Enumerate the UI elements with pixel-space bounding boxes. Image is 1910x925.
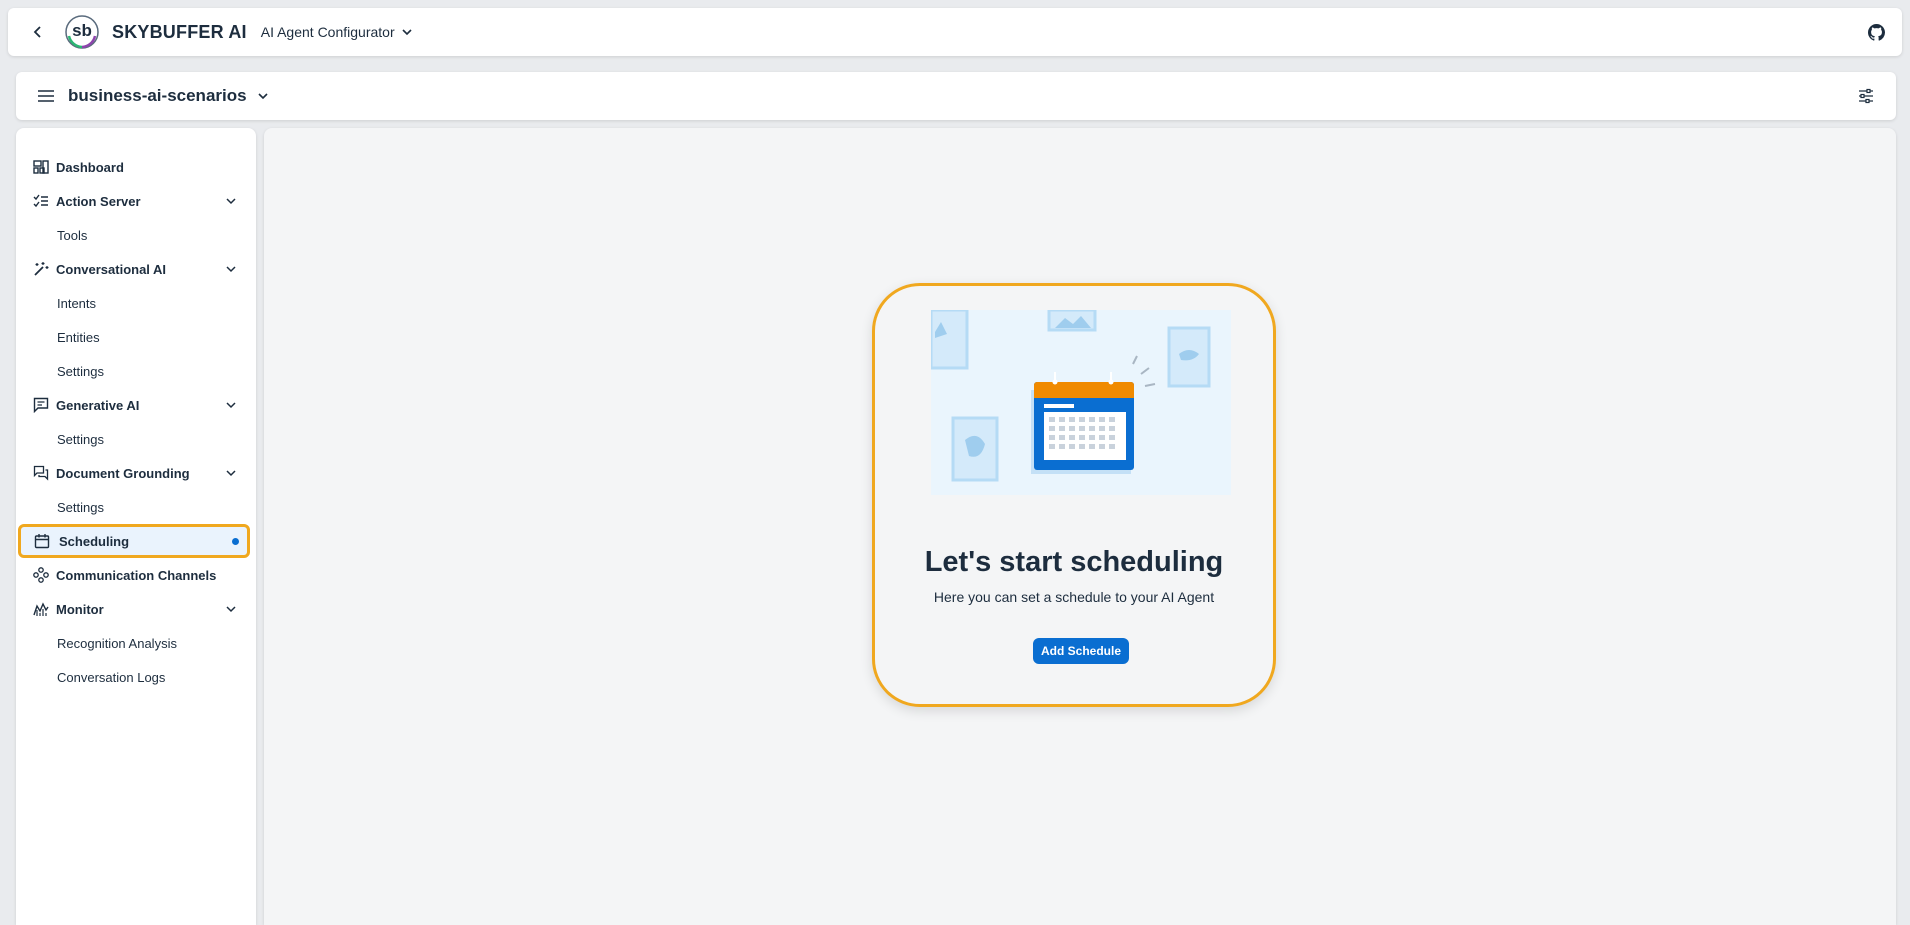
calendar-illustration [931, 310, 1231, 495]
chevron-down-icon[interactable] [226, 196, 236, 206]
sidebar-item-label: Conversational AI [56, 261, 167, 277]
sidebar-item-generative-settings[interactable]: Settings [16, 422, 256, 456]
network-icon [33, 567, 49, 583]
logo-text: sb [72, 21, 92, 40]
sidebar-item-document-grounding[interactable]: Document Grounding [16, 456, 256, 490]
sliders-icon [1859, 88, 1873, 104]
chevron-down-icon [402, 29, 412, 36]
sidebar-item-label: Document Grounding [56, 465, 190, 481]
sidebar-item-label: Action Server [56, 193, 141, 209]
sidebar-item-conversational-settings[interactable]: Settings [16, 354, 256, 388]
sidebar-item-tools[interactable]: Tools [16, 218, 256, 252]
sidebar-item-conversation-logs[interactable]: Conversation Logs [16, 660, 256, 694]
product-switcher[interactable]: AI Agent Configurator [261, 24, 413, 40]
sidebar-item-label: Entities [57, 329, 100, 345]
sidebar-item-label: Intents [57, 295, 97, 311]
sidebar-item-label: Communication Channels [56, 567, 217, 583]
side-navigation: Dashboard Action Server Tools Conversati… [16, 128, 256, 925]
checklist-icon [33, 194, 48, 208]
sidebar-item-label: Settings [57, 363, 104, 379]
sidebar-item-label: Generative AI [56, 397, 140, 413]
chevron-down-icon[interactable] [226, 604, 236, 614]
shell-bar: sb SKYBUFFER AI AI Agent Configurator [8, 8, 1902, 56]
view-settings-button[interactable] [1854, 84, 1878, 108]
workspace-header: business-ai-scenarios [16, 72, 1896, 120]
workspace-selector[interactable]: business-ai-scenarios [68, 86, 269, 106]
sidebar-item-label: Settings [57, 431, 104, 447]
discussion-icon [33, 465, 49, 481]
sidebar-item-dashboard[interactable]: Dashboard [16, 150, 256, 184]
github-icon [1867, 23, 1885, 41]
workspace-name: business-ai-scenarios [68, 86, 247, 105]
github-button[interactable] [1864, 20, 1888, 44]
chevron-down-icon[interactable] [226, 468, 236, 478]
sidebar-item-label: Recognition Analysis [57, 635, 177, 651]
calendar-icon [34, 534, 50, 549]
chevron-down-icon [258, 93, 268, 100]
sidebar-item-intents[interactable]: Intents [16, 286, 256, 320]
sidebar-item-recognition-analysis[interactable]: Recognition Analysis [16, 626, 256, 660]
sidebar-item-communication-channels[interactable]: Communication Channels [16, 558, 256, 592]
sidebar-item-grounding-settings[interactable]: Settings [16, 490, 256, 524]
product-name: AI Agent Configurator [260, 24, 395, 40]
brand-logo[interactable]: sb [64, 14, 100, 50]
chevron-down-icon[interactable] [226, 400, 236, 410]
sidebar-item-label: Scheduling [59, 533, 130, 549]
sidebar-item-scheduling[interactable]: Scheduling [18, 524, 250, 558]
sidebar-item-entities[interactable]: Entities [16, 320, 256, 354]
sidebar-item-label: Tools [57, 227, 88, 243]
add-schedule-button[interactable]: Add Schedule [1033, 638, 1130, 664]
message-icon [33, 397, 49, 413]
sidebar-item-label: Monitor [56, 601, 104, 617]
magic-wand-icon [34, 262, 49, 276]
sidebar-item-label: Conversation Logs [57, 669, 166, 685]
empty-state-subtitle: Here you can set a schedule to your AI A… [933, 589, 1215, 605]
hamburger-icon [38, 90, 54, 102]
sidebar-item-label: Dashboard [56, 159, 124, 175]
back-button[interactable] [20, 14, 56, 50]
sidebar-item-action-server[interactable]: Action Server [16, 184, 256, 218]
menu-button[interactable] [34, 84, 58, 108]
sidebar-item-generative-ai[interactable]: Generative AI [16, 388, 256, 422]
selected-indicator-dot [232, 538, 239, 545]
chevron-down-icon[interactable] [226, 264, 236, 274]
dashboard-icon [33, 160, 49, 174]
sidebar-item-conversational-ai[interactable]: Conversational AI [16, 252, 256, 286]
empty-state-title: Let's start scheduling [924, 546, 1224, 578]
sidebar-item-monitor[interactable]: Monitor [16, 592, 256, 626]
brand-name: SKYBUFFER AI [112, 21, 247, 42]
sidebar-item-label: Settings [57, 499, 104, 515]
monitor-chart-icon [33, 602, 49, 616]
chevron-left-icon [33, 26, 41, 38]
empty-state-card: Let's start scheduling Here you can set … [872, 283, 1276, 707]
